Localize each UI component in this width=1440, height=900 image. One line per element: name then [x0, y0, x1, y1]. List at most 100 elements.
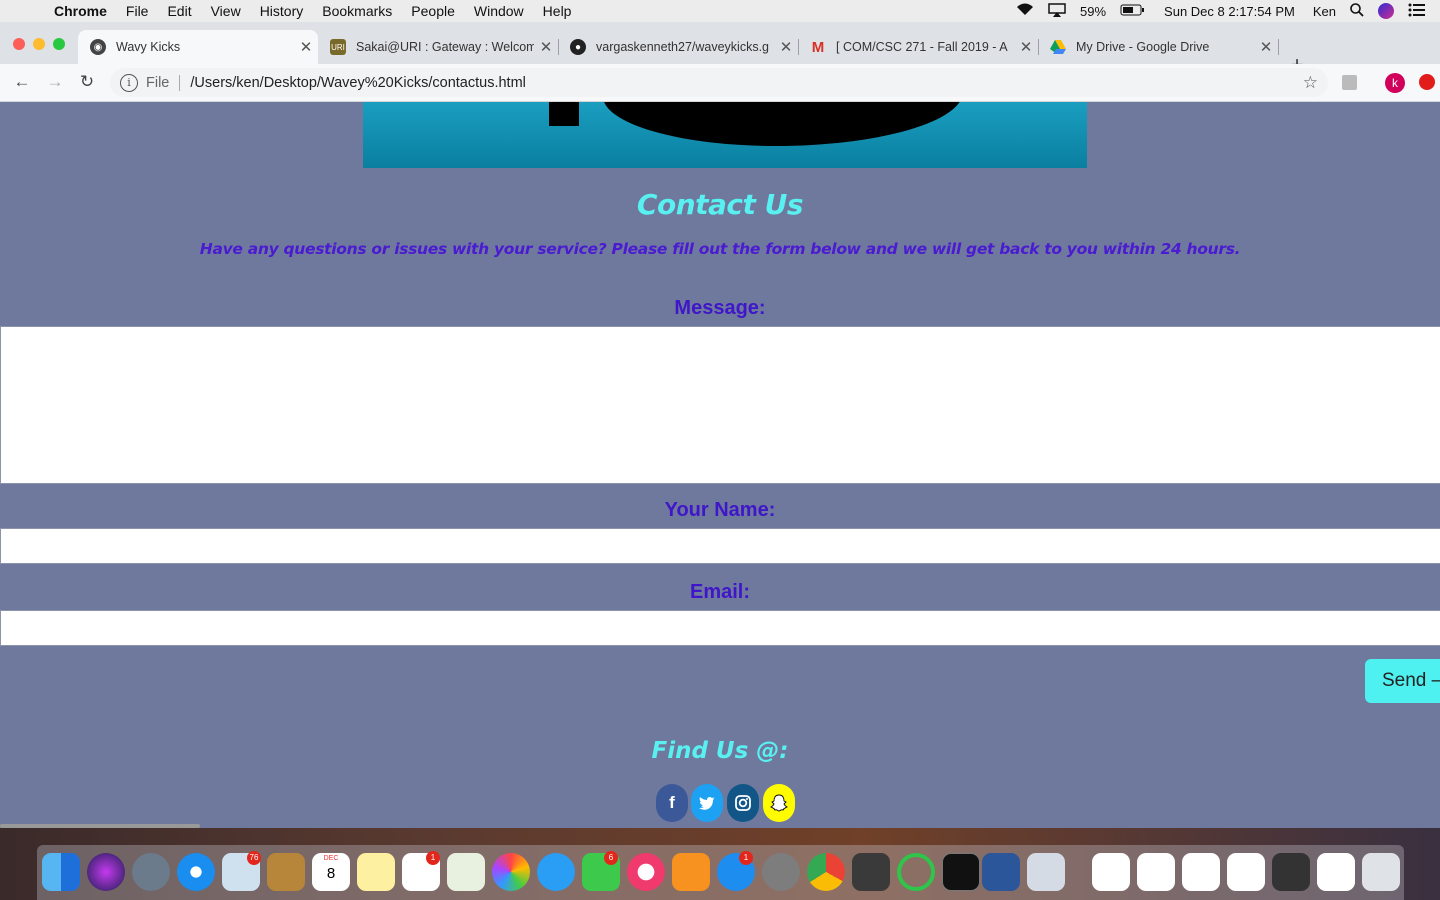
sublime-text-icon[interactable] — [852, 853, 890, 891]
email-input[interactable] — [0, 610, 1440, 646]
calendar-day: 8 — [326, 865, 336, 882]
bookmark-star-icon[interactable]: ☆ — [1303, 73, 1318, 93]
send-button[interactable]: Send – — [1365, 659, 1440, 703]
safari-icon[interactable] — [177, 853, 215, 891]
extension-icon[interactable] — [1342, 75, 1357, 90]
menu-people[interactable]: People — [411, 3, 455, 19]
page-viewport: Contact Us Have any questions or issues … — [0, 102, 1440, 828]
menu-history[interactable]: History — [260, 3, 304, 19]
tab-close-icon[interactable]: ✕ — [1014, 38, 1038, 56]
browser-toolbar: ← → ↻ i File /Users/ken/Desktop/Wavey%20… — [0, 64, 1440, 102]
reminders-badge: 1 — [426, 851, 440, 865]
name-input[interactable] — [0, 528, 1440, 564]
tab-gmail[interactable]: M [ COM/CSC 271 - Fall 2019 - A ✕ — [798, 30, 1039, 64]
menu-window[interactable]: Window — [474, 3, 524, 19]
wifi-icon[interactable] — [1016, 3, 1034, 19]
hero-banner-image — [363, 102, 1087, 168]
system-preferences-icon[interactable] — [762, 853, 800, 891]
finder-icon[interactable] — [42, 853, 80, 891]
facebook-icon[interactable]: f — [656, 784, 688, 822]
tab-sakai[interactable]: URI Sakai@URI : Gateway : Welcom ✕ — [318, 30, 559, 64]
app-store-badge: 1 — [739, 851, 753, 865]
forward-icon[interactable]: → — [44, 72, 66, 92]
tab-close-icon[interactable]: ✕ — [294, 38, 318, 56]
menu-file[interactable]: File — [126, 3, 149, 19]
messages-icon[interactable] — [537, 853, 575, 891]
tab-github[interactable]: ● vargaskenneth27/waveykicks.g ✕ — [558, 30, 799, 64]
page-subtitle: Have any questions or issues with your s… — [199, 240, 1241, 258]
airplay-icon[interactable] — [1048, 2, 1066, 20]
back-icon[interactable]: ← — [11, 72, 33, 92]
tab-close-icon[interactable]: ✕ — [774, 38, 798, 56]
mail-badge: 76 — [247, 851, 261, 865]
terminal-icon[interactable] — [942, 853, 980, 891]
siri-icon[interactable] — [1378, 3, 1394, 19]
tab-close-icon[interactable]: ✕ — [534, 38, 558, 56]
site-info-icon[interactable]: i — [120, 73, 138, 92]
user-name[interactable]: Ken — [1313, 4, 1336, 19]
instagram-icon[interactable] — [727, 784, 759, 822]
extension-red-icon[interactable] — [1419, 74, 1435, 90]
menu-edit[interactable]: Edit — [167, 3, 191, 19]
notification-center-icon[interactable] — [1408, 3, 1426, 20]
notes-icon[interactable] — [357, 853, 395, 891]
photos-icon[interactable] — [492, 853, 530, 891]
divider — [179, 74, 181, 91]
battery-icon[interactable] — [1120, 4, 1145, 19]
reload-icon[interactable]: ↻ — [76, 72, 98, 92]
github-icon: ● — [570, 39, 586, 55]
document-thumbnail[interactable] — [1227, 853, 1265, 891]
books-icon[interactable] — [672, 853, 710, 891]
chrome-dock-icon[interactable] — [807, 853, 845, 891]
url-scheme: File — [146, 74, 170, 91]
clock[interactable]: Sun Dec 8 2:17:54 PM — [1164, 4, 1295, 19]
banner-shape — [549, 102, 579, 126]
document-thumbnail[interactable] — [1137, 853, 1175, 891]
minimize-window-button[interactable] — [33, 38, 45, 50]
sync-icon[interactable] — [897, 853, 935, 891]
trash-icon[interactable] — [1362, 853, 1400, 891]
word-icon[interactable] — [982, 853, 1020, 891]
tab-close-icon[interactable]: ✕ — [1254, 38, 1278, 56]
email-label: Email: — [689, 581, 751, 603]
menu-help[interactable]: Help — [543, 3, 572, 19]
tab-google-drive[interactable]: My Drive - Google Drive ✕ — [1038, 30, 1279, 64]
globe-icon: ◉ — [90, 39, 106, 55]
zoom-window-button[interactable] — [53, 38, 65, 50]
calendar-icon[interactable]: DEC 8 — [312, 853, 350, 891]
preview-icon[interactable] — [1027, 853, 1065, 891]
document-thumbnail[interactable] — [1182, 853, 1220, 891]
url-text[interactable]: /Users/ken/Desktop/Wavey%20Kicks/contact… — [190, 75, 526, 91]
twitter-icon[interactable] — [691, 784, 723, 822]
find-us-heading: Find Us @: — [651, 738, 789, 764]
siri-dock-icon[interactable] — [87, 853, 125, 891]
menu-view[interactable]: View — [211, 3, 241, 19]
maps-icon[interactable] — [447, 853, 485, 891]
document-thumbnail[interactable] — [1317, 853, 1355, 891]
launchpad-icon[interactable] — [132, 853, 170, 891]
tab-title: Sakai@URI : Gateway : Welcom — [356, 40, 534, 54]
facetime-badge: 6 — [604, 851, 618, 865]
gmail-icon: M — [811, 38, 825, 56]
address-bar[interactable]: i File /Users/ken/Desktop/Wavey%20Kicks/… — [110, 68, 1328, 97]
spotlight-icon[interactable] — [1350, 2, 1364, 20]
tab-title: vargaskenneth27/waveykicks.g — [596, 40, 770, 54]
banner-shape — [603, 102, 963, 146]
terminal-thumbnail[interactable] — [1272, 853, 1310, 891]
profile-avatar[interactable]: k — [1385, 73, 1405, 93]
message-textarea[interactable] — [0, 326, 1440, 484]
battery-percent[interactable]: 59% — [1080, 4, 1106, 19]
close-window-button[interactable] — [13, 38, 25, 50]
contacts-icon[interactable] — [267, 853, 305, 891]
menu-bookmarks[interactable]: Bookmarks — [322, 3, 392, 19]
tab-title: Wavy Kicks — [116, 40, 181, 54]
window-controls — [13, 38, 65, 50]
tab-wavy-kicks[interactable]: ◉ Wavy Kicks ✕ — [78, 30, 318, 64]
drive-icon — [1050, 39, 1066, 55]
menu-app-name[interactable]: Chrome — [54, 3, 107, 19]
itunes-icon[interactable] — [627, 853, 665, 891]
tab-title: My Drive - Google Drive — [1076, 40, 1210, 54]
chrome-window-thumbnail[interactable] — [1092, 853, 1130, 891]
message-label: Message: — [674, 297, 766, 319]
snapchat-icon[interactable] — [763, 784, 795, 822]
